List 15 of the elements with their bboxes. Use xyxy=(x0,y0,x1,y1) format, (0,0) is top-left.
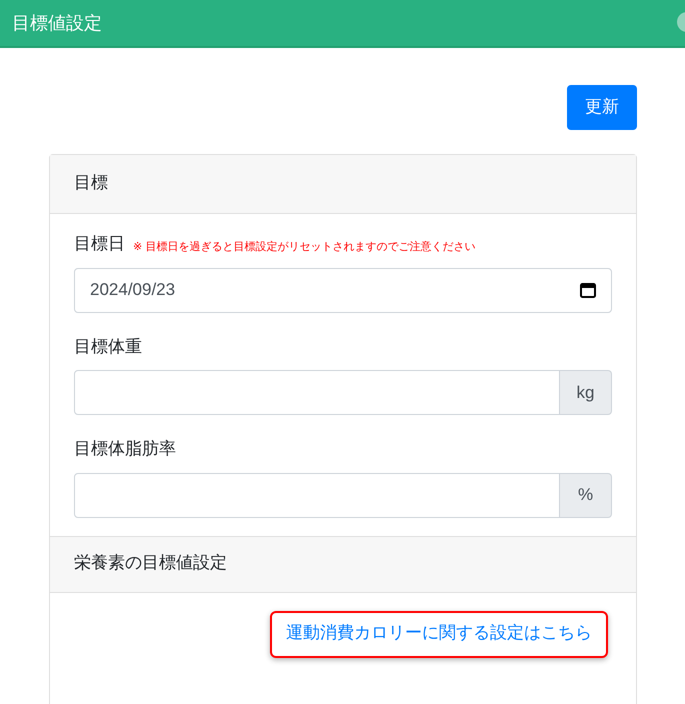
unit-addon: % xyxy=(560,472,612,518)
update-button[interactable]: 更新 xyxy=(567,85,637,130)
field-label: 目標日 xyxy=(74,233,125,256)
calendar-icon[interactable] xyxy=(580,282,596,298)
field-label: 目標体重 xyxy=(74,336,142,358)
field-label: 目標体脂肪率 xyxy=(74,438,176,461)
card-title: 目標 xyxy=(74,172,108,196)
window-title: 目標値設定 xyxy=(12,12,102,36)
input-field[interactable] xyxy=(74,472,560,518)
warning-note: ※ 目標日を過ぎると目標設定がリセットされますのでご注意ください xyxy=(133,239,476,255)
settings-link[interactable]: 運動消費カロリーに関する設定はこちら xyxy=(270,610,608,658)
unit-addon: kg xyxy=(560,370,612,415)
date-field[interactable]: 2024/09/23 xyxy=(74,268,612,312)
section-title: 栄養素の目標値設定 xyxy=(74,552,227,576)
input-field[interactable] xyxy=(74,370,560,415)
